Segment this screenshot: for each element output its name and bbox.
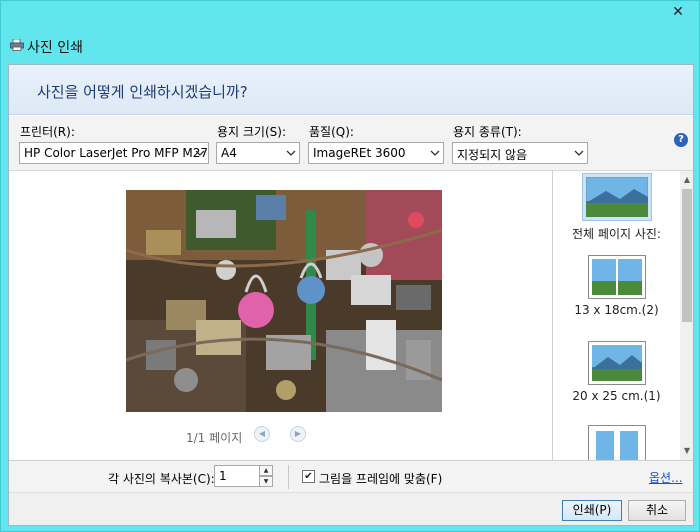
single-landscape-thumbnail-icon xyxy=(587,341,646,385)
window-title: 사진 인쇄 xyxy=(27,40,83,56)
printer-icon xyxy=(10,39,24,51)
layout-13x18[interactable]: 13 x 18cm.(2) xyxy=(553,255,680,317)
love-locks-photo xyxy=(126,190,442,412)
arrow-left-icon: ◀ xyxy=(258,429,266,438)
paper-type-value: 지정되지 않음 xyxy=(457,148,528,162)
page-indicator: 1/1 페이지 xyxy=(186,431,243,445)
paper-size-label: 용지 크기(S): xyxy=(217,125,286,139)
layout-20x25[interactable]: 20 x 25 cm.(1) xyxy=(553,341,680,403)
layout-label: 20 x 25 cm.(1) xyxy=(572,389,661,403)
paper-size-select[interactable]: A4 xyxy=(216,142,300,164)
title-bar: ✕ 사진 인쇄 xyxy=(1,1,699,63)
layout-list: 전체 페이지 사진: 13 x 18cm.(2) 20 x 25 cm.(1) … xyxy=(552,171,693,460)
landscape-thumbnail-icon xyxy=(585,176,648,218)
copies-bar: 각 사진의 복사본(C): 1 ▲ ▼ ✔ 그림을 프레임에 맞춤(F) 옵션.… xyxy=(9,460,693,492)
paper-size-value: A4 xyxy=(221,146,237,160)
layout-label: 전체 페이지 사진: xyxy=(572,227,661,241)
quality-label: 품질(Q): xyxy=(309,125,354,139)
dialog-heading: 사진을 어떻게 인쇄하시겠습니까? xyxy=(37,83,248,101)
copies-label: 각 사진의 복사본(C): xyxy=(108,472,215,486)
layout-thumbnail xyxy=(587,255,646,299)
paper-type-label: 용지 종류(T): xyxy=(453,125,522,139)
print-button[interactable]: 인쇄(P) xyxy=(562,500,622,521)
chevron-down-icon xyxy=(574,150,584,156)
previous-page-button[interactable]: ◀ xyxy=(254,426,270,442)
printer-label: 프린터(R): xyxy=(20,125,75,139)
options-link[interactable]: 옵션... xyxy=(649,469,683,486)
two-portrait-thumbnail-icon xyxy=(587,255,646,299)
next-page-button[interactable]: ▶ xyxy=(290,426,306,442)
dialog-client: 사진을 어떻게 인쇄하시겠습니까? 프린터(R): HP Color Laser… xyxy=(8,64,694,526)
layout-thumbnail xyxy=(581,173,652,221)
print-pictures-window: ✕ 사진 인쇄 사진을 어떻게 인쇄하시겠습니까? 프린터(R): HP Col… xyxy=(0,0,700,532)
layout-full-page[interactable]: 전체 페이지 사진: xyxy=(553,173,680,242)
help-icon[interactable]: ? xyxy=(674,133,688,147)
close-icon: ✕ xyxy=(672,4,684,20)
chevron-down-icon xyxy=(286,150,296,156)
caret-up-icon: ▲ xyxy=(263,467,269,474)
arrow-right-icon: ▶ xyxy=(294,429,302,438)
print-settings: 프린터(R): HP Color LaserJet Pro MFP M277 용… xyxy=(9,116,693,171)
layout-thumbnail xyxy=(587,425,646,460)
quality-select[interactable]: ImageREt 3600 xyxy=(308,142,444,164)
printer-select[interactable]: HP Color LaserJet Pro MFP M277 xyxy=(19,142,209,164)
fit-to-frame-label: 그림을 프레임에 맞춤(F) xyxy=(319,472,443,486)
multi-portrait-thumbnail-icon xyxy=(587,425,646,460)
quality-value: ImageREt 3600 xyxy=(313,146,406,160)
chevron-down-icon xyxy=(195,150,205,156)
close-button[interactable]: ✕ xyxy=(664,2,692,22)
layout-label: 13 x 18cm.(2) xyxy=(574,303,659,317)
preview-area: 1/1 페이지 ◀ ▶ xyxy=(9,171,551,460)
caret-down-icon: ▼ xyxy=(263,478,269,485)
layout-thumbnail xyxy=(587,341,646,385)
scroll-thumb[interactable] xyxy=(682,189,692,322)
chevron-down-icon xyxy=(430,150,440,156)
fit-to-frame-checkbox[interactable]: ✔ xyxy=(302,470,315,483)
copies-increment-button[interactable]: ▲ xyxy=(259,465,273,476)
checkmark-icon: ✔ xyxy=(304,471,313,482)
header-band: 사진을 어떻게 인쇄하시겠습니까? xyxy=(9,65,693,115)
layout-more[interactable] xyxy=(553,425,680,460)
dialog-footer: 인쇄(P) 취소 xyxy=(9,492,693,525)
copies-input[interactable]: 1 xyxy=(214,465,260,487)
separator xyxy=(288,465,289,489)
scroll-up-icon[interactable]: ▲ xyxy=(680,173,693,187)
layout-scrollbar[interactable]: ▲ ▼ xyxy=(680,171,693,460)
scroll-down-icon[interactable]: ▼ xyxy=(680,444,693,458)
cancel-button[interactable]: 취소 xyxy=(628,500,686,521)
photo-preview xyxy=(126,190,442,412)
copies-decrement-button[interactable]: ▼ xyxy=(259,476,273,487)
paper-type-select[interactable]: 지정되지 않음 xyxy=(452,142,588,164)
printer-value: HP Color LaserJet Pro MFP M277 xyxy=(24,146,209,160)
